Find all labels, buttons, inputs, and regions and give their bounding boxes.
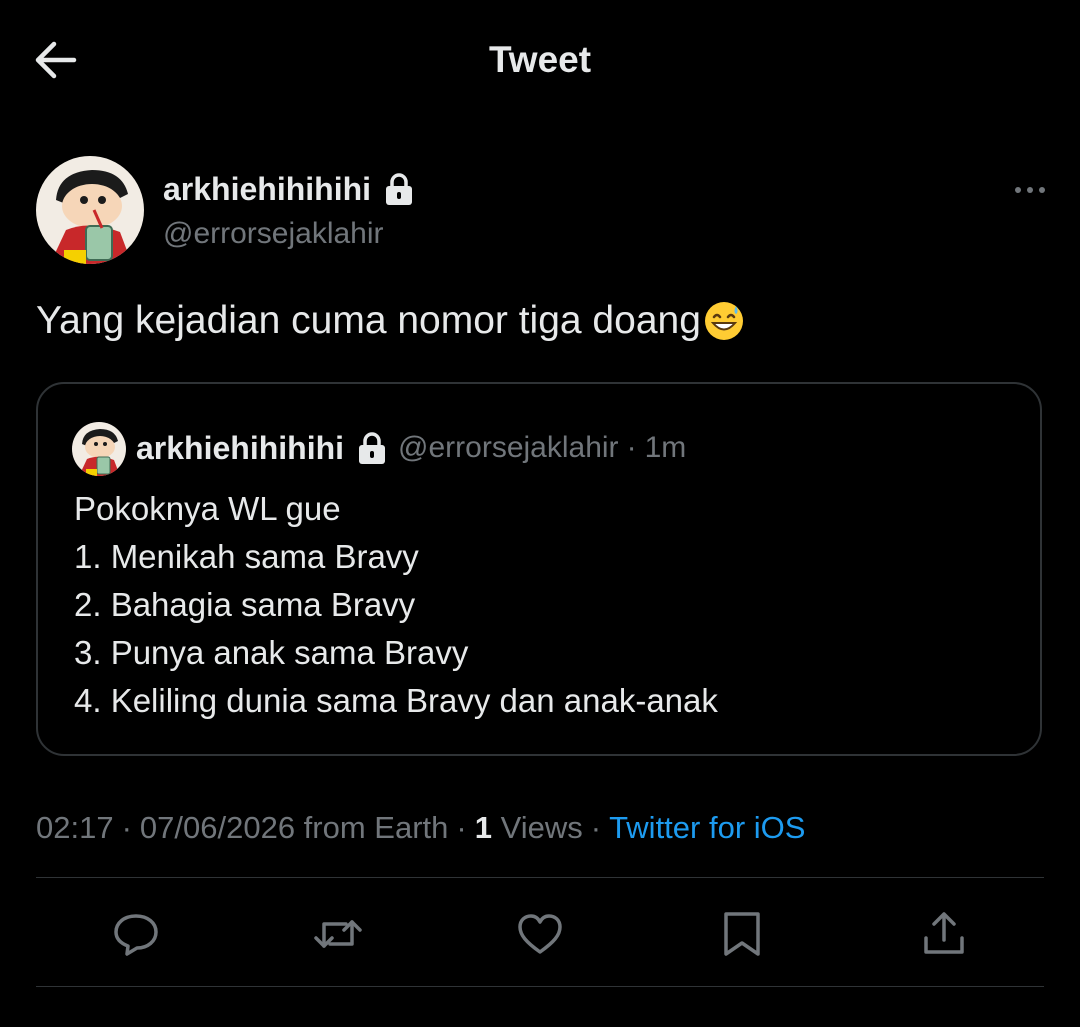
lock-icon (358, 431, 386, 465)
quoted-timestamp: 1m (644, 431, 687, 464)
quoted-author-name: arkhiehihihihi (136, 429, 345, 466)
divider (36, 986, 1044, 987)
tweet-meta: 02:17 · 07/06/2026 from Earth · 1 Views · Twit… (36, 808, 805, 848)
source-link[interactable]: Twitter for iOS (609, 810, 805, 845)
quoted-text-line: 4. Keliling dunia sama Bravy dan anak-an… (74, 682, 718, 719)
separator-dot: · (626, 431, 637, 464)
tweet-time: 02:17 (36, 810, 114, 845)
share-icon (924, 912, 964, 954)
quoted-tweet-text: Pokoknya WL gue 1. Menikah sama Bravy 2.… (74, 485, 718, 725)
bookmark-button[interactable] (716, 908, 768, 960)
quoted-author-handle: @errorsejaklahir (398, 431, 619, 464)
quoted-tweet-card[interactable]: arkhiehihihihi @errorsejaklahir · 1m Pok… (36, 382, 1042, 756)
bookmark-icon (724, 912, 760, 956)
more-horizontal-icon (1015, 187, 1045, 193)
like-icon (518, 914, 562, 954)
author-name[interactable]: arkhiehihihihi (163, 171, 371, 208)
views-label[interactable]: Views (501, 810, 583, 845)
quoted-text-line: 3. Punya anak sama Bravy (74, 634, 469, 671)
lock-icon (385, 172, 413, 206)
grinning-face-with-sweat-emoji (703, 300, 745, 342)
quoted-author-avatar (72, 422, 126, 476)
share-button[interactable] (918, 908, 970, 960)
views-count[interactable]: 1 (475, 810, 492, 845)
tweet-text-content: Yang kejadian cuma nomor tiga doang (36, 299, 701, 342)
tweet-date-location: 07/06/2026 from Earth (139, 810, 449, 845)
reply-button[interactable] (110, 908, 162, 960)
avatar-image (72, 422, 126, 476)
like-button[interactable] (514, 908, 566, 960)
more-button[interactable] (1008, 172, 1052, 208)
quoted-text-line: 2. Bahagia sama Bravy (74, 586, 416, 623)
quoted-text-line: Pokoknya WL gue (74, 490, 341, 527)
avatar-image (36, 156, 144, 264)
separator-dot: · (590, 810, 602, 845)
author-name-row: arkhiehihihihi (163, 168, 413, 210)
divider (36, 877, 1044, 878)
tweet-text: Yang kejadian cuma nomor tiga doang (36, 296, 745, 346)
page-title: Tweet (488, 39, 592, 80)
retweet-icon (314, 920, 362, 948)
top-bar: Tweet (0, 0, 1080, 120)
reply-icon (114, 914, 158, 956)
separator-dot: · (121, 810, 132, 845)
author-handle[interactable]: @errorsejaklahir (163, 214, 384, 254)
quoted-text-line: 1. Menikah sama Bravy (74, 538, 419, 575)
retweet-button[interactable] (312, 908, 364, 960)
separator-dot: · (456, 810, 467, 845)
quoted-tweet-header: arkhiehihihihi @errorsejaklahir · 1m (136, 426, 686, 470)
author-avatar[interactable] (36, 156, 144, 264)
